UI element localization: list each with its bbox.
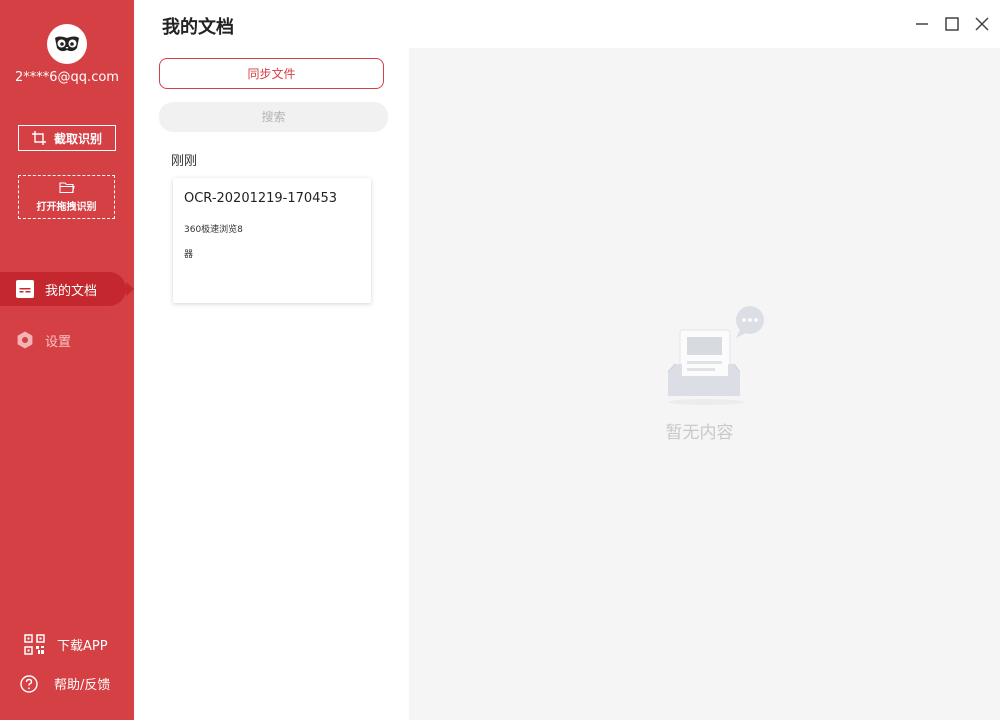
user-email: 2****6@qq.com	[15, 70, 119, 85]
sidebar: 2****6@qq.com 截取识别 打开拖拽识别 我的文档 设置 下载APP …	[0, 0, 134, 720]
document-snippet-line: 360极速浏览8	[184, 225, 243, 235]
close-icon	[975, 17, 989, 31]
close-button[interactable]	[974, 16, 990, 32]
settings-icon	[17, 331, 33, 349]
capture-recognize-button[interactable]: 截取识别	[18, 125, 116, 151]
empty-inbox-icon	[667, 306, 764, 405]
capture-recognize-label: 截取识别	[53, 131, 102, 146]
document-snippet: 360极速浏览8 器	[184, 218, 360, 268]
empty-state-text: 暂无内容	[665, 423, 734, 443]
owl-avatar-icon	[55, 36, 79, 52]
nav-settings[interactable]: 设置	[0, 323, 134, 357]
nav-my-documents-label: 我的文档	[45, 283, 98, 299]
download-app-label: 下载APP	[57, 639, 108, 654]
folder-icon	[58, 182, 75, 194]
help-feedback-label: 帮助/反馈	[54, 678, 111, 693]
page-title: 我的文档	[162, 17, 234, 38]
avatar[interactable]	[47, 24, 87, 64]
sync-files-button[interactable]: 同步文件	[159, 58, 384, 89]
document-icon	[16, 280, 34, 298]
crop-icon	[31, 131, 46, 145]
maximize-button[interactable]	[944, 16, 960, 32]
minimize-icon	[916, 23, 928, 25]
preview-panel: 暂无内容	[409, 48, 1000, 720]
window-controls	[914, 16, 990, 32]
help-icon	[20, 674, 38, 693]
open-drag-recognize-label: 打开拖拽识别	[36, 202, 97, 213]
minimize-button[interactable]	[914, 16, 930, 32]
section-label-recent: 刚刚	[171, 154, 198, 169]
nav-my-documents[interactable]: 我的文档	[0, 272, 134, 306]
maximize-icon	[945, 17, 959, 31]
document-list-panel: 同步文件 刚刚 OCR-20201219-170453 360极速浏览8 器	[134, 48, 409, 720]
document-card[interactable]: OCR-20201219-170453 360极速浏览8 器	[173, 178, 371, 303]
qr-code-icon	[24, 634, 45, 655]
help-feedback-link[interactable]: 帮助/反馈	[0, 674, 134, 693]
search-input[interactable]	[159, 102, 388, 132]
document-title: OCR-20201219-170453	[184, 191, 337, 206]
nav-settings-label: 设置	[45, 334, 72, 350]
download-app-link[interactable]: 下载APP	[0, 634, 134, 655]
open-drag-recognize-button[interactable]: 打开拖拽识别	[18, 175, 115, 219]
document-snippet-line: 器	[184, 250, 194, 260]
